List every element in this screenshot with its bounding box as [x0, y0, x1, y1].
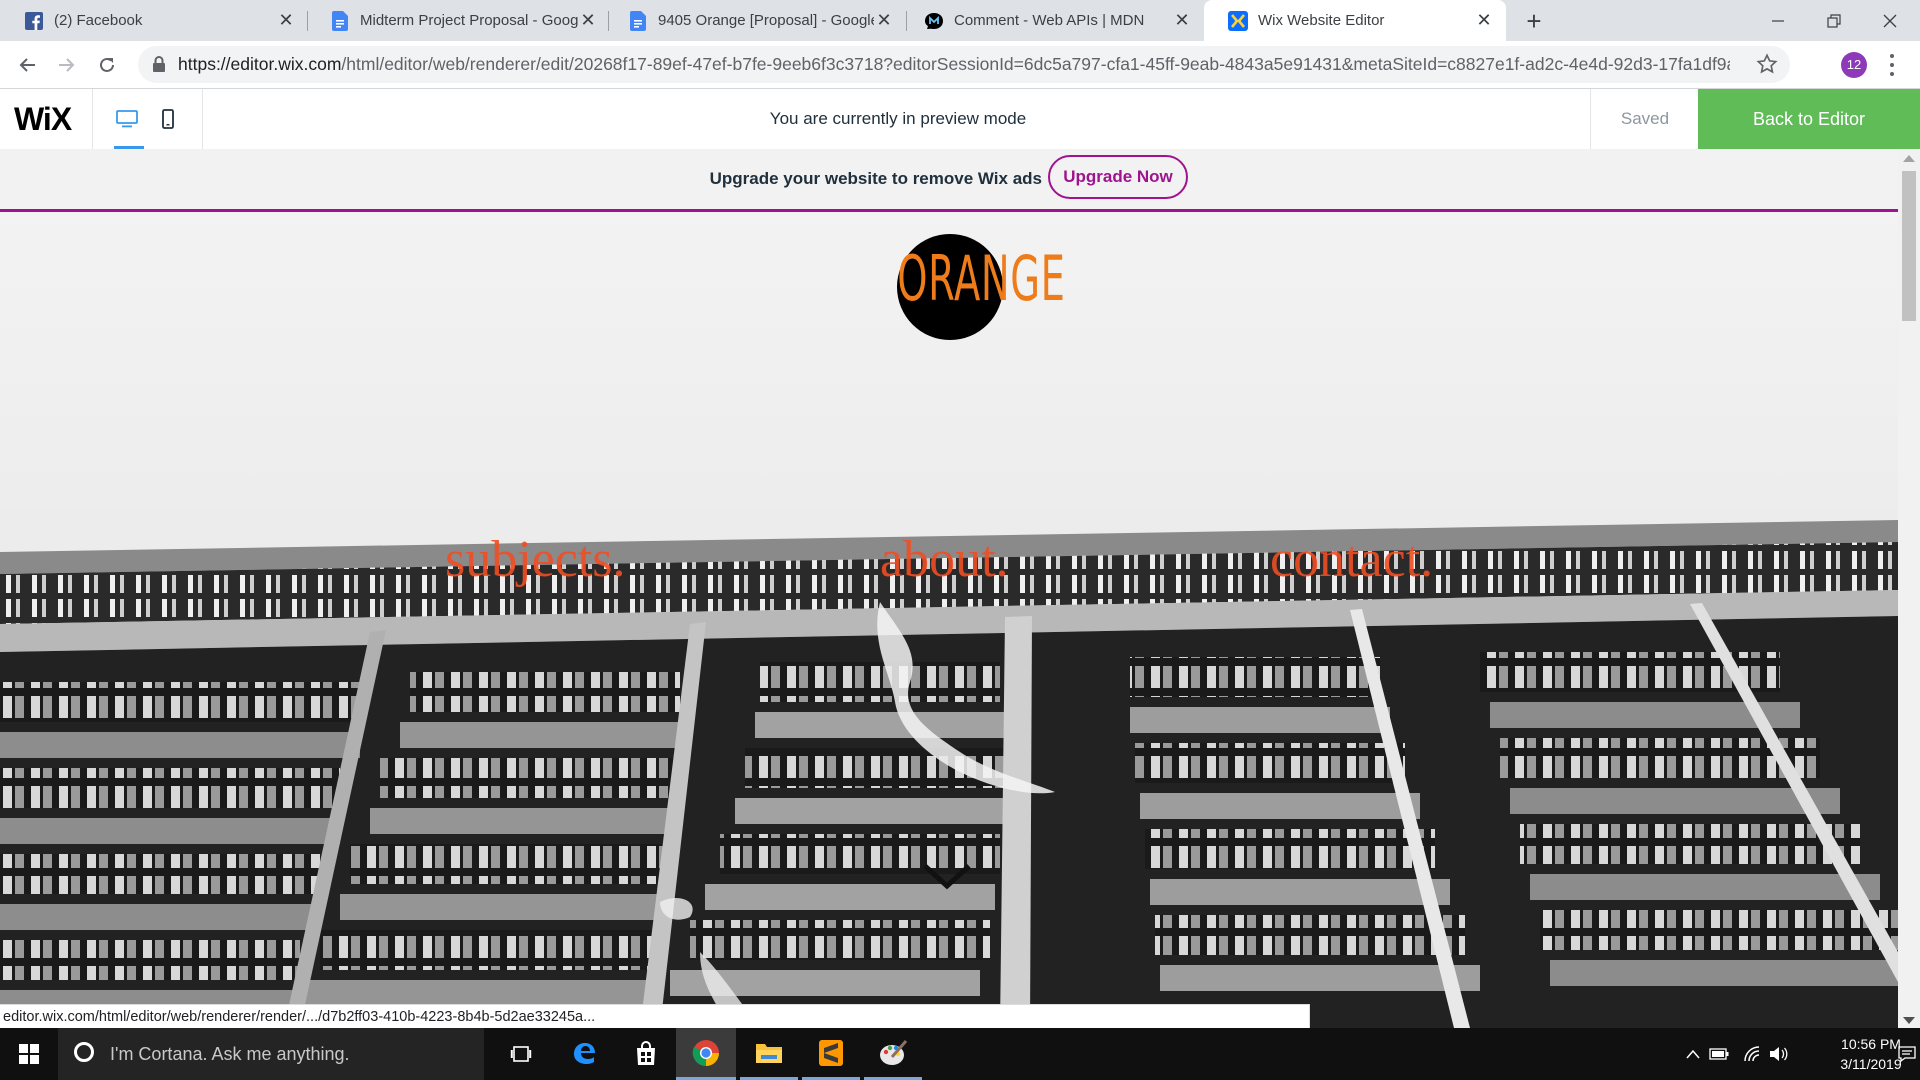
- scroll-down-arrow-icon[interactable]: [1903, 1017, 1915, 1024]
- url-text: https://editor.wix.com/html/editor/web/r…: [178, 46, 1730, 83]
- tab-title: (2) Facebook: [54, 12, 143, 29]
- nav-link-contact[interactable]: contact.: [1270, 530, 1433, 589]
- file-explorer-icon[interactable]: [740, 1028, 798, 1080]
- battery-icon[interactable]: [1706, 1028, 1732, 1080]
- cortana-placeholder: I'm Cortana. Ask me anything.: [110, 1044, 350, 1064]
- preview-mode-message: You are currently in preview mode: [769, 109, 1027, 128]
- tab-orange-proposal[interactable]: 9405 Orange [Proposal] - Google ✕: [604, 0, 906, 41]
- tab-title: 9405 Orange [Proposal] - Google: [658, 12, 874, 29]
- forward-button[interactable]: [50, 48, 84, 82]
- new-tab-button[interactable]: +: [1518, 5, 1550, 37]
- profile-avatar[interactable]: 12: [1841, 52, 1867, 78]
- saved-status: Saved: [1620, 109, 1670, 128]
- cortana-search-box[interactable]: I'm Cortana. Ask me anything.: [58, 1028, 484, 1080]
- url-host: https://editor.wix.com: [178, 54, 342, 74]
- wix-icon: [1228, 10, 1248, 31]
- restore-window-button[interactable]: [1806, 0, 1862, 41]
- minimize-window-button[interactable]: [1750, 0, 1806, 41]
- nav-link-subjects[interactable]: subjects.: [445, 530, 626, 589]
- scroll-up-arrow-icon[interactable]: [1903, 155, 1915, 162]
- tab-mdn-comment[interactable]: Comment - Web APIs | MDN ✕: [900, 0, 1204, 41]
- website-preview: ORANGE subjects. about. contact.: [0, 212, 1898, 1028]
- volume-icon[interactable]: [1766, 1028, 1792, 1080]
- tab-facebook[interactable]: (2) Facebook ✕: [0, 0, 308, 41]
- browser-tab-strip: (2) Facebook ✕ Midterm Project Proposal …: [0, 0, 1920, 41]
- mdn-icon: [924, 11, 944, 31]
- nav-link-about[interactable]: about.: [880, 530, 1009, 589]
- edge-icon[interactable]: [558, 1028, 610, 1080]
- show-hidden-icons-icon[interactable]: [1680, 1028, 1706, 1080]
- bookmark-star-icon[interactable]: [1756, 53, 1778, 80]
- facebook-icon: [24, 11, 44, 31]
- scrollbar-thumb[interactable]: [1902, 171, 1916, 321]
- chevron-down-icon[interactable]: [922, 862, 972, 892]
- cortana-icon: [74, 1042, 94, 1062]
- close-tab-icon[interactable]: ✕: [276, 10, 296, 31]
- close-tab-icon[interactable]: ✕: [1172, 10, 1192, 31]
- reload-button[interactable]: [90, 48, 124, 82]
- lock-icon[interactable]: [152, 55, 166, 78]
- browser-toolbar: https://editor.wix.com/html/editor/web/r…: [0, 41, 1920, 89]
- address-bar[interactable]: https://editor.wix.com/html/editor/web/r…: [138, 46, 1790, 83]
- back-arrow-icon: [19, 58, 35, 72]
- tab-midterm-proposal[interactable]: Midterm Project Proposal - Goog ✕: [306, 0, 610, 41]
- back-to-editor-button[interactable]: Back to Editor: [1698, 89, 1920, 149]
- upgrade-message: Upgrade your website to remove Wix ads: [709, 169, 1042, 188]
- close-tab-icon[interactable]: ✕: [874, 10, 894, 31]
- link-status-bar: editor.wix.com/html/editor/web/renderer/…: [0, 1004, 1310, 1028]
- sublime-text-icon[interactable]: [802, 1028, 860, 1080]
- forward-arrow-icon: [59, 58, 75, 72]
- url-path: /html/editor/web/renderer/edit/20268f17-…: [341, 54, 1730, 74]
- windows-taskbar: I'm Cortana. Ask me anything. 10:56 PM 3…: [0, 1028, 1920, 1080]
- chrome-icon[interactable]: [676, 1028, 736, 1080]
- store-icon[interactable]: [620, 1028, 672, 1080]
- tab-title: Comment - Web APIs | MDN: [954, 12, 1145, 29]
- back-button[interactable]: [10, 48, 44, 82]
- tab-title: Midterm Project Proposal - Goog: [360, 12, 578, 29]
- task-view-icon[interactable]: [496, 1028, 546, 1080]
- reload-icon: [100, 57, 114, 72]
- desktop-icon: [116, 110, 138, 128]
- wix-preview-bar: WiX You are currently in preview mode Sa…: [0, 89, 1920, 150]
- upgrade-banner: Upgrade your website to remove Wix ads U…: [0, 149, 1898, 212]
- paint-icon[interactable]: [864, 1028, 922, 1080]
- google-docs-icon: [628, 10, 648, 31]
- mobile-view-button[interactable]: [148, 89, 188, 149]
- tab-title: Wix Website Editor: [1258, 12, 1385, 29]
- wix-logo[interactable]: WiX: [14, 89, 72, 149]
- site-logo[interactable]: ORANGE: [865, 234, 1066, 344]
- windows-logo-icon: [19, 1044, 39, 1064]
- logo-text: ORANGE: [897, 242, 1066, 315]
- page-scrollbar[interactable]: [1898, 149, 1920, 1028]
- close-tab-icon[interactable]: ✕: [578, 10, 598, 31]
- upgrade-now-button[interactable]: Upgrade Now: [1048, 155, 1188, 199]
- wifi-icon[interactable]: [1740, 1028, 1766, 1080]
- tab-wix-editor[interactable]: Wix Website Editor ✕: [1204, 0, 1506, 41]
- browser-menu-icon[interactable]: [1887, 52, 1897, 78]
- close-window-button[interactable]: [1862, 0, 1918, 41]
- action-center-icon[interactable]: [1894, 1028, 1920, 1080]
- start-button[interactable]: [0, 1028, 58, 1080]
- close-tab-icon[interactable]: ✕: [1474, 10, 1494, 31]
- desktop-view-button[interactable]: [107, 89, 147, 149]
- google-docs-icon: [330, 10, 350, 31]
- mobile-icon: [162, 109, 174, 129]
